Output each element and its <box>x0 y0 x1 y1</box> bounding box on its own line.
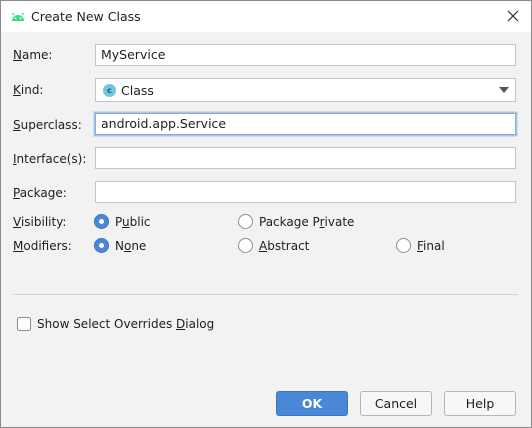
android-icon <box>11 12 25 21</box>
chevron-down-icon[interactable] <box>499 87 509 93</box>
ok-button[interactable]: OK <box>276 391 348 416</box>
modifier-final-label[interactable]: Final <box>417 239 445 253</box>
modifier-abstract-radio[interactable] <box>238 238 253 253</box>
visibility-package-private-radio[interactable] <box>238 214 253 229</box>
title-bar[interactable]: Create New Class <box>1 1 531 32</box>
dialog-title: Create New Class <box>31 9 141 24</box>
close-icon <box>507 10 519 22</box>
visibility-package-private-label[interactable]: Package Private <box>259 215 354 229</box>
visibility-public-radio[interactable] <box>94 214 109 229</box>
modifier-none-radio[interactable] <box>94 238 109 253</box>
superclass-label: Superclass: <box>13 118 82 132</box>
visibility-public-label[interactable]: Public <box>115 215 151 229</box>
package-label: Package: <box>13 186 67 200</box>
name-label: Name: <box>13 48 53 62</box>
modifier-abstract-label[interactable]: Abstract <box>259 239 309 253</box>
modifier-none-label[interactable]: None <box>115 239 146 253</box>
kind-dropdown[interactable]: c Class <box>95 78 516 102</box>
kind-label: Kind: <box>13 83 44 97</box>
show-overrides-label[interactable]: Show Select Overrides Dialog <box>37 317 214 331</box>
class-icon: c <box>103 84 116 97</box>
create-new-class-dialog: Create New Class Name: MyService Kind: c… <box>0 0 532 428</box>
name-input[interactable]: MyService <box>95 44 516 66</box>
interfaces-label: Interface(s): <box>13 152 87 166</box>
kind-selected-value: Class <box>121 83 154 98</box>
superclass-input[interactable]: android.app.Service <box>95 113 516 135</box>
close-button[interactable] <box>501 5 525 27</box>
visibility-label: Visibility: <box>13 215 67 229</box>
modifiers-label: Modifiers: <box>13 239 72 253</box>
modifier-final-radio[interactable] <box>396 238 411 253</box>
interfaces-input[interactable] <box>95 147 516 169</box>
help-button[interactable]: Help <box>444 391 516 416</box>
show-overrides-checkbox[interactable] <box>17 317 31 331</box>
separator <box>13 294 518 295</box>
cancel-button[interactable]: Cancel <box>360 391 432 416</box>
package-input[interactable] <box>95 181 516 203</box>
